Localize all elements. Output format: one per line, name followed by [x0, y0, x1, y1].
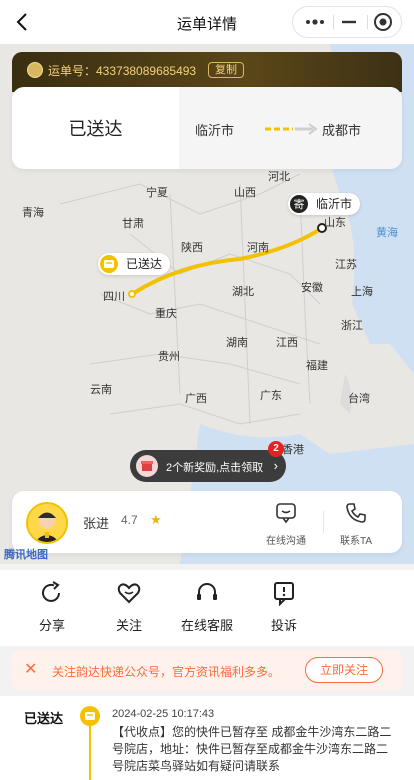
- province-label: 山东: [324, 217, 346, 229]
- map-provider-logo: 腾讯地图: [4, 549, 48, 561]
- waybill-number: 运单号：433738089685493: [48, 64, 197, 78]
- province-label: 河北: [268, 171, 290, 183]
- package-icon: [100, 255, 118, 273]
- province-label: 香港: [282, 444, 304, 456]
- province-label: 浙江: [341, 320, 363, 332]
- reward-pill[interactable]: 2个新奖励,点击领取 › 2: [130, 441, 286, 482]
- province-label: 四川: [103, 291, 125, 303]
- current-pin[interactable]: 已送达: [98, 253, 171, 275]
- province-label: 安徽: [301, 282, 323, 294]
- courier-rating: 4.7: [121, 513, 138, 527]
- phone-icon: [346, 503, 366, 523]
- province-label: 重庆: [155, 308, 177, 320]
- share-label: 分享: [38, 618, 65, 633]
- star-icon: ★: [150, 512, 162, 527]
- sender-icon: 寄: [290, 195, 308, 213]
- close-icon[interactable]: ✕: [24, 661, 37, 679]
- timeline-status: 已送达: [24, 711, 64, 726]
- reward-text: 2个新奖励,点击领取: [166, 462, 264, 474]
- sea-label: 黄海: [376, 227, 398, 239]
- timeline-description: 【代收点】您的快件已暂存至 成都金牛沙湾东二路二号院店，地址：快件已暂存至成都金…: [112, 725, 392, 773]
- province-label: 广西: [185, 393, 207, 405]
- province-label: 江苏: [335, 259, 357, 271]
- complaint-button[interactable]: 投诉: [249, 580, 319, 640]
- chat-button[interactable]: 在线沟通: [256, 501, 316, 547]
- province-label: 云南: [90, 384, 112, 396]
- action-row: 分享 关注 在线客服 投诉: [0, 570, 414, 646]
- origin-pin-label: 临沂市: [316, 197, 353, 211]
- province-label: 陕西: [181, 242, 203, 254]
- courier-card: 张进 4.7 ★ 在线沟通 联系TA: [12, 491, 402, 553]
- coin-icon: [27, 62, 43, 78]
- headset-icon: [197, 583, 217, 600]
- province-label: 上海: [351, 286, 373, 298]
- share-icon: [42, 581, 60, 602]
- timeline-line: [89, 726, 91, 780]
- chat-label: 在线沟通: [266, 536, 306, 547]
- copy-button[interactable]: 复制: [208, 62, 244, 78]
- customer-service-button[interactable]: 在线客服: [172, 580, 242, 640]
- current-pin-label: 已送达: [126, 257, 163, 271]
- province-label: 河南: [247, 242, 269, 254]
- province-label: 台湾: [348, 393, 370, 405]
- status-card: 已送达 临沂市 成都市: [12, 87, 402, 169]
- share-button[interactable]: 分享: [17, 580, 87, 640]
- province-label: 江西: [276, 337, 298, 349]
- more-dots-icon[interactable]: [297, 7, 333, 37]
- chevron-right-icon: ›: [273, 458, 278, 473]
- tracking-timeline: 已送达 2024-02-25 10:17:43 【代收点】您的快件已暂存至 成都…: [0, 696, 414, 780]
- navigation-bar: 运单详情: [0, 0, 414, 44]
- svg-text:寄: 寄: [294, 197, 305, 211]
- from-city: 临沂市: [195, 123, 235, 138]
- follow-banner: ✕ 关注韵达快递公众号，官方资讯福利多多。 立即关注: [12, 650, 402, 690]
- to-city: 成都市: [322, 123, 362, 138]
- target-close-icon[interactable]: [365, 7, 401, 37]
- heart-icon: [117, 583, 141, 604]
- courier-avatar: [26, 502, 68, 544]
- province-label: 青海: [22, 207, 44, 219]
- complaint-label: 投诉: [270, 618, 297, 633]
- package-icon: [80, 706, 100, 726]
- province-label: 山西: [234, 187, 256, 199]
- mini-program-capsule: [292, 6, 402, 38]
- timeline-time: 2024-02-25 10:17:43: [112, 708, 215, 720]
- province-label: 宁夏: [146, 187, 168, 199]
- courier-name: 张进: [83, 516, 110, 531]
- customer-service-label: 在线客服: [180, 618, 233, 633]
- divider: [323, 511, 324, 533]
- origin-pin[interactable]: 寄 临沂市: [288, 193, 361, 215]
- province-label: 甘肃: [122, 218, 144, 230]
- route-arrow-icon: [263, 122, 319, 140]
- chat-icon: [276, 503, 296, 524]
- minimize-icon[interactable]: [331, 7, 367, 37]
- reward-count-badge: 2: [268, 441, 284, 457]
- status-panel: 已送达: [12, 87, 179, 169]
- follow-text: 关注韵达快递公众号，官方资讯福利多多。: [52, 665, 281, 679]
- province-label: 福建: [306, 360, 328, 372]
- delivery-status: 已送达: [68, 119, 123, 139]
- province-label: 贵州: [158, 351, 180, 363]
- waybill-banner: 运单号：433738089685493 复制: [12, 52, 402, 92]
- gift-icon: [136, 455, 158, 477]
- follow-button[interactable]: 关注: [94, 580, 164, 640]
- call-label: 联系TA: [339, 536, 373, 547]
- call-button[interactable]: 联系TA: [326, 501, 386, 547]
- follow-now-button[interactable]: 立即关注: [305, 657, 383, 683]
- province-label: 广东: [260, 390, 282, 402]
- province-label: 湖南: [226, 337, 248, 349]
- complaint-icon: [274, 582, 294, 607]
- follow-label: 关注: [115, 618, 142, 633]
- province-label: 湖北: [232, 286, 254, 298]
- route-panel: 临沂市 成都市: [179, 87, 402, 169]
